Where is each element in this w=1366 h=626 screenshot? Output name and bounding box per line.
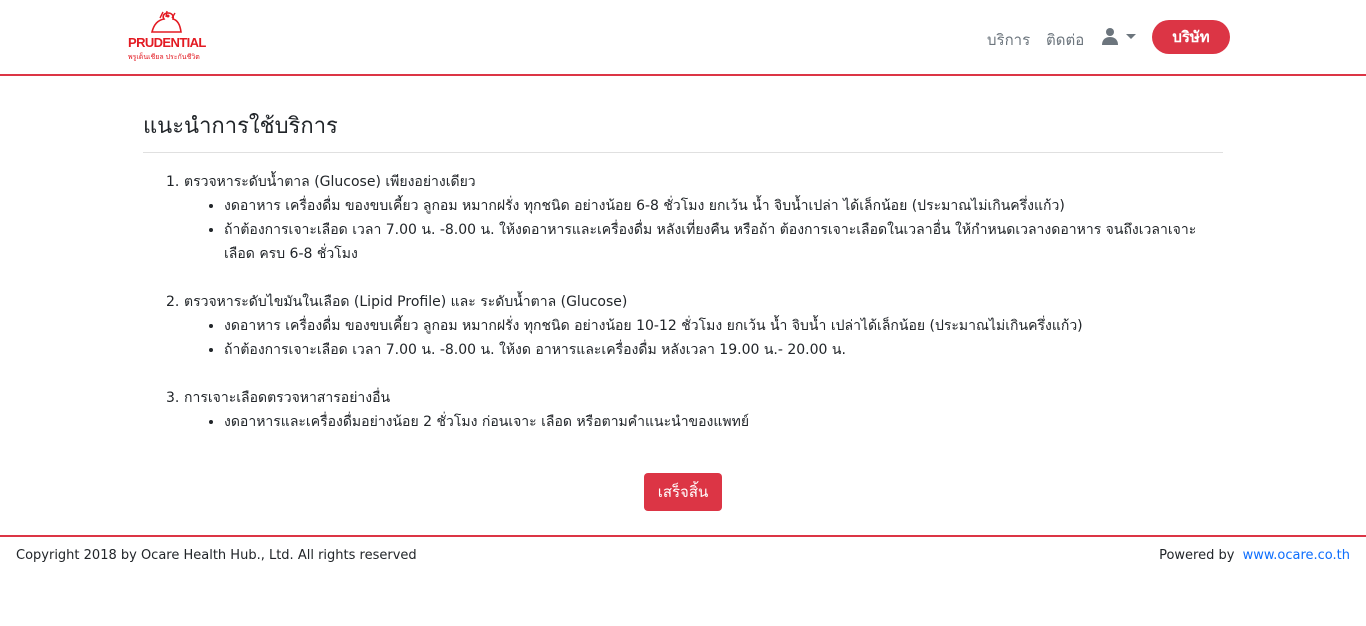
instruction-list: งดอาหาร เครื่องดื่ม ของขบเคี้ยว ลูกอม หม… <box>224 194 1226 266</box>
section-number: 2. <box>166 294 180 310</box>
instruction-item: งดอาหาร เครื่องดื่ม ของขบเคี้ยว ลูกอม หม… <box>224 314 1226 338</box>
finish-button[interactable]: เสร็จสิ้น <box>644 473 722 511</box>
instruction-section: 1. ตรวจหาระดับน้ำตาล (Glucose) เพียงอย่าง… <box>166 170 1226 266</box>
instruction-item: ถ้าต้องการเจาะเลือด เวลา 7.00 น. -8.00 น… <box>224 218 1226 266</box>
brand-wordmark: PRUDENTIAL <box>128 35 206 50</box>
section-number: 3. <box>166 390 180 406</box>
section-number: 1. <box>166 174 180 190</box>
brand-logo[interactable]: PRUDENTIAL พรูเด็นเชียล ประกันชีวิต <box>124 10 214 64</box>
instruction-item: ถ้าต้องการเจาะเลือด เวลา 7.00 น. -8.00 น… <box>224 338 1226 362</box>
user-menu-toggle[interactable] <box>1099 26 1139 48</box>
footer: Copyright 2018 by Ocare Health Hub., Ltd… <box>0 535 1366 575</box>
page-title: แนะนำการใช้บริการ <box>143 114 338 139</box>
section-heading: 1. ตรวจหาระดับน้ำตาล (Glucose) เพียงอย่าง… <box>166 170 1226 194</box>
brand-tagline: พรูเด็นเชียล ประกันชีวิต <box>128 54 200 61</box>
nav-services-link[interactable]: บริการ <box>987 28 1030 52</box>
company-button[interactable]: บริษัท <box>1152 20 1230 54</box>
instructions: 1. ตรวจหาระดับน้ำตาล (Glucose) เพียงอย่าง… <box>166 170 1226 458</box>
section-heading: 3. การเจาะเลือดตรวจหาสารอย่างอื่น <box>166 386 1226 410</box>
section-heading-text: การเจาะเลือดตรวจหาสารอย่างอื่น <box>184 390 391 406</box>
powered-by: Powered by www.ocare.co.th <box>1159 548 1350 563</box>
section-heading: 2. ตรวจหาระดับไขมันในเลือด (Lipid Profile… <box>166 290 1226 314</box>
ocare-website-link[interactable]: www.ocare.co.th <box>1243 548 1350 563</box>
title-divider <box>143 152 1223 153</box>
nav-contact-link[interactable]: ติดต่อ <box>1046 28 1084 52</box>
user-icon <box>1102 28 1118 45</box>
section-heading-text: ตรวจหาระดับไขมันในเลือด (Lipid Profile) … <box>184 294 628 310</box>
instruction-section: 2. ตรวจหาระดับไขมันในเลือด (Lipid Profile… <box>166 290 1226 362</box>
lion-emblem-icon <box>150 10 182 33</box>
navbar: PRUDENTIAL พรูเด็นเชียล ประกันชีวิต บริก… <box>0 0 1366 76</box>
instruction-item: งดอาหารและเครื่องดื่มอย่างน้อย 2 ชั่วโมง… <box>224 410 1226 434</box>
instruction-list: งดอาหาร เครื่องดื่ม ของขบเคี้ยว ลูกอม หม… <box>224 314 1226 362</box>
caret-down-icon <box>1126 34 1136 39</box>
powered-by-label: Powered by <box>1159 548 1235 563</box>
instruction-item: งดอาหาร เครื่องดื่ม ของขบเคี้ยว ลูกอม หม… <box>224 194 1226 218</box>
copyright-text: Copyright 2018 by Ocare Health Hub., Ltd… <box>16 548 417 563</box>
instruction-section: 3.การเจาะเลือดตรวจหาสารอย่างอื่น งดอาหาร… <box>166 386 1226 434</box>
instruction-list: งดอาหารและเครื่องดื่มอย่างน้อย 2 ชั่วโมง… <box>224 410 1226 434</box>
section-heading-text: ตรวจหาระดับน้ำตาล (Glucose) เพียงอย่างเด… <box>184 174 476 190</box>
